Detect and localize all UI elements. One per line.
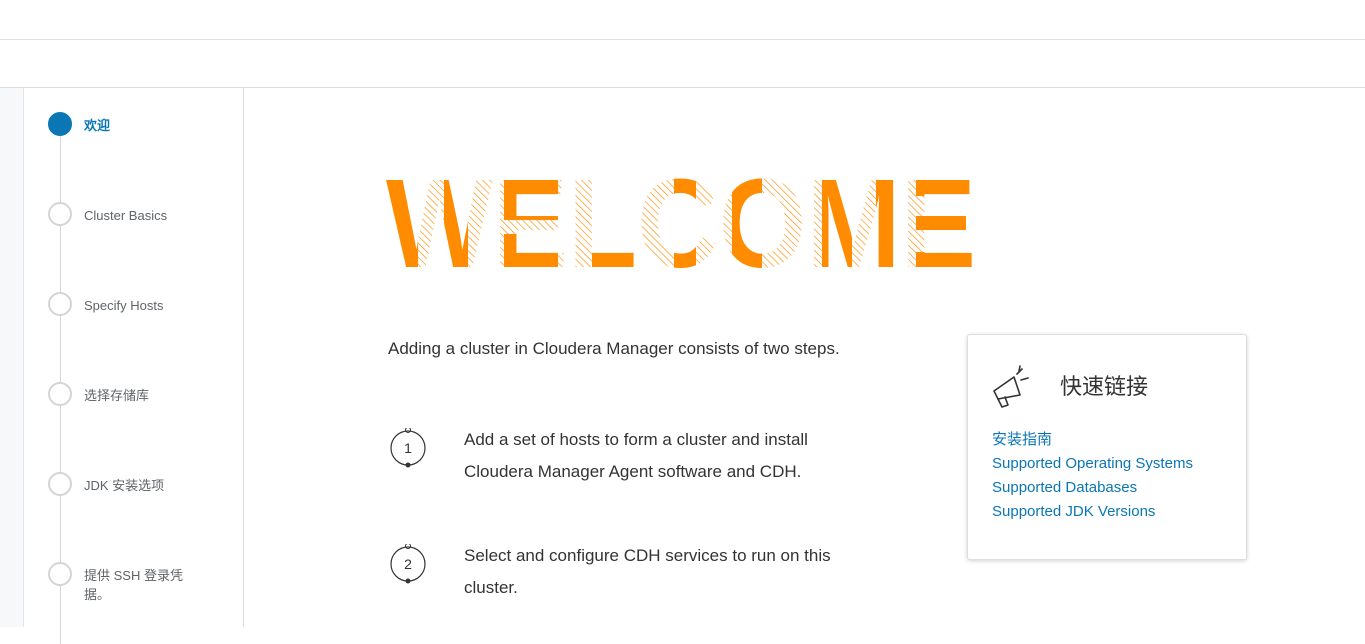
wizard-step-label: 提供 SSH 登录凭据。 <box>84 568 183 602</box>
left-gutter <box>0 88 24 627</box>
link-supported-jdk[interactable]: Supported JDK Versions <box>992 500 1193 524</box>
wizard-step-label: 欢迎 <box>84 118 111 133</box>
welcome-hero-graphic: WELCOME WELCOME <box>386 176 976 272</box>
link-supported-databases[interactable]: Supported Databases <box>992 476 1193 500</box>
wizard-step-label: Specify Hosts <box>84 298 164 313</box>
quick-links-title: 快速链接 <box>1060 374 1149 399</box>
step-number-icon: 2 <box>390 544 426 584</box>
top-header-bar <box>0 0 1365 40</box>
link-supported-os[interactable]: Supported Operating Systems <box>992 452 1193 476</box>
step-number-icon: 1 <box>390 428 426 468</box>
step-indicator-icon <box>48 472 72 496</box>
step-number: 2 <box>404 556 412 572</box>
sub-header-bar <box>0 40 1365 88</box>
quick-links-panel: 快速链接 安装指南 Supported Operating Systems Su… <box>967 334 1247 560</box>
wizard-step-label: 选择存储库 <box>84 388 150 403</box>
wizard-step-label: Cluster Basics <box>84 208 168 223</box>
wizard-step-label: JDK 安装选项 <box>84 478 165 493</box>
megaphone-icon <box>993 365 1029 408</box>
step-indicator-icon <box>48 112 72 136</box>
quick-links-list: 安装指南 Supported Operating Systems Support… <box>992 428 1193 524</box>
step-indicator-icon <box>48 382 72 406</box>
step-indicator-icon <box>48 292 72 316</box>
wizard-step-nav: 欢迎 Cluster Basics Specify Hosts 选择存储库 JD… <box>24 88 244 644</box>
step-indicator-icon <box>48 202 72 226</box>
link-install-guide[interactable]: 安装指南 <box>992 428 1193 452</box>
step-number: 1 <box>404 440 412 456</box>
main-content: WELCOME WELCOME Adding a cluster in Clou… <box>244 88 1365 627</box>
intro-text: Adding a cluster in Cloudera Manager con… <box>388 339 840 358</box>
step-indicator-icon <box>48 562 72 586</box>
step-description: Select and configure CDH services to run… <box>464 546 831 597</box>
step-description: Add a set of hosts to form a cluster and… <box>464 430 808 481</box>
